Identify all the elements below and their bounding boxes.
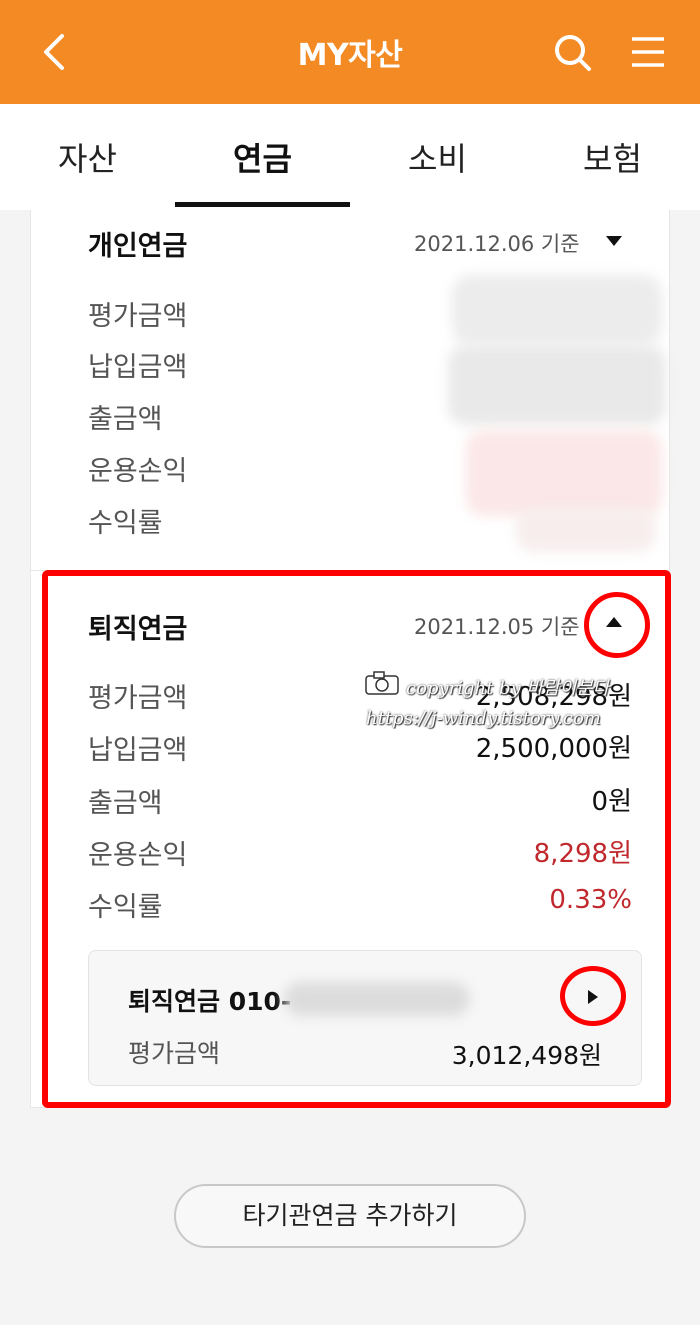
personal-pension-title: 개인연금 [88, 231, 188, 262]
retirement-pension-title: 퇴직연금 [88, 614, 188, 645]
tab-bar: 자산 연금 소비 보험 [0, 104, 700, 210]
highlight-circle [560, 966, 626, 1026]
blurred-value [466, 430, 662, 516]
account-name: 퇴직연금 010- [128, 987, 292, 1016]
blurred-value [448, 345, 666, 425]
highlight-circle [584, 592, 650, 658]
search-icon[interactable] [552, 32, 592, 72]
account-eval-label: 평가금액 [128, 1039, 221, 1068]
personal-withdraw-label: 출금액 [88, 404, 163, 435]
account-eval-value: 3,012,498원 [451, 1041, 602, 1070]
personal-eval-label: 평가금액 [88, 301, 188, 332]
hamburger-menu-icon[interactable] [628, 36, 668, 68]
retirement-return-value: 0.33% [549, 885, 632, 915]
page-title: MY자산 [297, 38, 403, 73]
blurred-value [516, 508, 656, 552]
blurred-value [452, 275, 662, 345]
retirement-paid-label: 납입금액 [88, 735, 188, 766]
add-other-pension-button[interactable]: 타기관연금 추가하기 [174, 1184, 526, 1248]
tab-spending[interactable]: 소비 [408, 134, 467, 180]
app-header: MY자산 [0, 0, 700, 104]
retirement-profit-label: 운용손익 [88, 840, 188, 871]
retirement-profit-value: 8,298원 [533, 839, 632, 869]
personal-return-label: 수익률 [88, 508, 163, 539]
camera-icon [365, 671, 399, 695]
caret-down-icon[interactable] [604, 234, 624, 248]
tab-assets[interactable]: 자산 [58, 134, 117, 180]
personal-profit-label: 운용손익 [88, 456, 188, 487]
watermark: copyright by 바람이분다 https://j-windy.tisto… [360, 668, 660, 738]
retirement-pension-date: 2021.12.05 기준 [414, 615, 580, 639]
retirement-eval-label: 평가금액 [88, 683, 188, 714]
retirement-return-label: 수익률 [88, 892, 163, 923]
watermark-line2: https://j-windy.tistory.com [366, 708, 601, 729]
tab-pension[interactable]: 연금 [233, 134, 292, 180]
retirement-withdraw-label: 출금액 [88, 788, 163, 819]
personal-paid-label: 납입금액 [88, 352, 188, 383]
watermark-line1: copyright by 바람이분다 [406, 678, 610, 699]
blurred-account-number [284, 982, 470, 1016]
active-tab-indicator [175, 202, 350, 207]
retirement-withdraw-value: 0원 [591, 787, 632, 817]
personal-pension-date: 2021.12.06 기준 [414, 232, 580, 256]
tab-insurance[interactable]: 보험 [583, 134, 642, 180]
